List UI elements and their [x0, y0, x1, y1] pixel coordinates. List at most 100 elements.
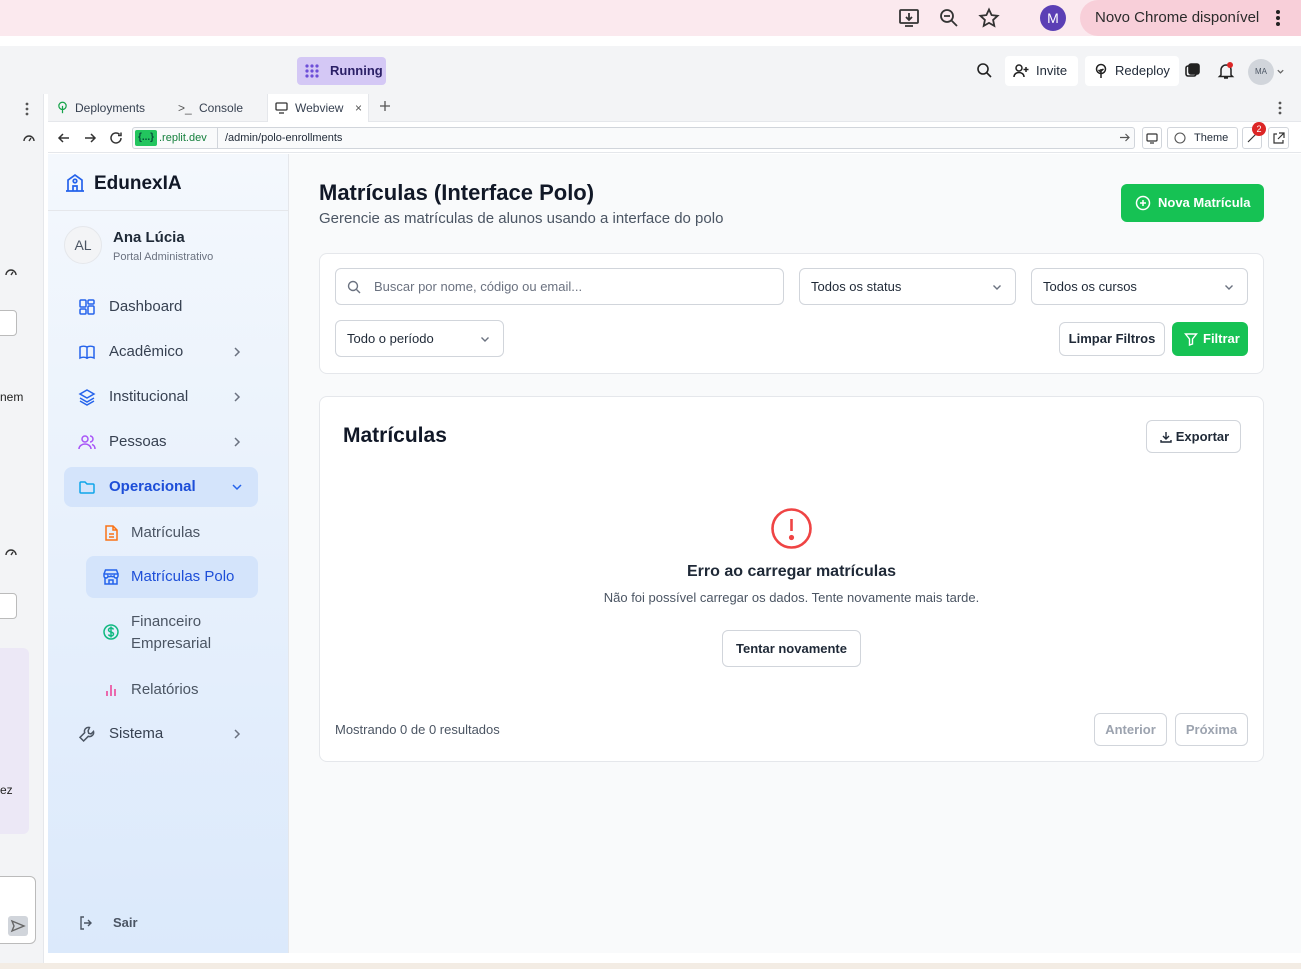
sidebar-subitem-relatorios[interactable]: Relatórios [86, 669, 258, 711]
open-external-button[interactable] [1268, 127, 1289, 149]
error-message: Não foi possível carregar os dados. Tent… [603, 590, 980, 605]
clear-filters-button[interactable]: Limpar Filtros [1059, 322, 1165, 356]
sidebar-item-institucional[interactable]: Institucional [64, 377, 258, 417]
period-select[interactable]: Todo o período [335, 320, 504, 357]
theme-label: Theme [1194, 132, 1229, 144]
store-icon [102, 568, 120, 586]
user-avatar[interactable]: MA [1248, 59, 1274, 85]
input-fragment[interactable] [0, 593, 17, 619]
url-path: /admin/polo-enrollments [225, 132, 343, 144]
browser-toolbar: M Novo Chrome disponível [0, 0, 1301, 36]
school-icon [64, 171, 86, 193]
search-icon [347, 280, 361, 294]
palette-icon [1174, 132, 1186, 144]
chevron-right-icon [230, 390, 244, 404]
add-user-icon [1013, 63, 1029, 79]
alert-circle-icon [770, 507, 813, 550]
sidebar-item-dashboard[interactable]: Dashboard [64, 287, 258, 327]
status-select[interactable]: Todos os status [799, 268, 1016, 305]
chrome-update-button[interactable]: Novo Chrome disponível [1080, 0, 1301, 36]
notifications-icon[interactable] [1217, 62, 1235, 80]
send-icon[interactable] [8, 916, 28, 936]
zoom-icon[interactable] [938, 7, 960, 29]
sidebar-subitem-financeiro-empresarial[interactable]: Financeiro Empresarial [86, 601, 258, 657]
tab-deployments[interactable]: Deployments [48, 94, 168, 122]
panel-menu-icon[interactable] [25, 102, 29, 116]
install-icon[interactable] [898, 7, 920, 29]
sidebar-subitem-label: Matrículas Polo [131, 568, 235, 585]
grid-icon [305, 64, 319, 78]
chevron-down-icon [230, 480, 244, 494]
divider [48, 210, 288, 211]
sidebar-item-label: Institucional [109, 388, 189, 405]
sidebar-item-label: Pessoas [109, 433, 167, 450]
status-select-value: Todos os status [811, 279, 902, 294]
new-enrollment-label: Nova Matrícula [1158, 195, 1251, 210]
bar-chart-icon [102, 681, 120, 699]
taskbar-strip [0, 963, 1301, 969]
search-input[interactable]: Buscar por nome, código ou email... [335, 268, 784, 305]
folder-icon [78, 478, 96, 496]
theme-button[interactable]: Theme [1167, 127, 1238, 149]
url-input[interactable]: {...} .replit.dev /admin/polo-enrollment… [132, 127, 1135, 149]
add-tab-icon[interactable] [379, 100, 391, 112]
new-enrollment-button[interactable]: Nova Matrícula [1121, 184, 1264, 222]
go-arrow-icon[interactable] [1119, 132, 1130, 143]
menu-dots-icon[interactable] [1275, 9, 1281, 27]
user-avatar[interactable]: AL [64, 226, 102, 264]
tab-label: Webview [295, 101, 344, 115]
previous-page-button[interactable]: Anterior [1094, 713, 1167, 746]
chevron-right-icon [230, 435, 244, 449]
devices-button[interactable] [1142, 127, 1162, 149]
text-fragment: nem [0, 390, 24, 404]
run-status-label: Running [330, 63, 383, 78]
chevron-down-icon [479, 333, 491, 345]
logout-button[interactable]: Sair [78, 911, 198, 935]
chat-input-fragment[interactable] [0, 876, 36, 944]
retry-button[interactable]: Tentar novamente [722, 630, 861, 667]
sidebar-item-operacional[interactable]: Operacional [64, 467, 258, 507]
logout-icon [78, 915, 94, 931]
chevron-down-icon[interactable] [1276, 67, 1285, 76]
input-fragment[interactable] [0, 310, 17, 336]
gauge-icon [22, 131, 36, 145]
tab-webview[interactable]: Webview × [267, 94, 369, 122]
run-status-button[interactable]: Running [297, 57, 386, 85]
logout-label: Sair [113, 915, 138, 930]
sidebar-subitem-matriculas-polo[interactable]: Matrículas Polo [86, 556, 258, 598]
terminal-icon: >_ [178, 101, 192, 115]
filter-label: Filtrar [1203, 331, 1240, 346]
devtools-button[interactable]: 2 [1242, 122, 1266, 149]
close-icon[interactable]: × [355, 94, 362, 122]
extension-icon[interactable] [1185, 63, 1200, 78]
forward-icon[interactable] [83, 131, 97, 145]
filter-button[interactable]: Filtrar [1172, 322, 1248, 356]
export-label: Exportar [1175, 429, 1230, 444]
sidebar-item-label: Acadêmico [109, 343, 184, 360]
panel-fragment [0, 648, 29, 834]
chevron-down-icon [991, 281, 1003, 293]
sidebar-subitem-matriculas[interactable]: Matrículas [86, 511, 258, 555]
star-icon[interactable] [978, 7, 1000, 29]
export-button[interactable]: Exportar [1146, 420, 1241, 453]
sidebar-item-academico[interactable]: Acadêmico [64, 332, 258, 372]
gauge-icon [4, 545, 18, 559]
invite-button[interactable]: Invite [1005, 56, 1078, 86]
chevron-right-icon [230, 727, 244, 741]
sidebar-item-pessoas[interactable]: Pessoas [64, 422, 258, 462]
page-title: Matrículas (Interface Polo) [319, 180, 595, 205]
sidebar-item-label: Sistema [109, 725, 164, 742]
reload-icon[interactable] [109, 131, 123, 145]
tabs-menu-icon[interactable] [1278, 101, 1282, 115]
profile-avatar[interactable]: M [1040, 5, 1066, 31]
back-icon[interactable] [57, 131, 71, 145]
search-icon[interactable] [976, 62, 992, 78]
tab-console[interactable]: >_ Console [170, 94, 266, 122]
brand-name: EdunexIA [94, 173, 182, 194]
sidebar-item-sistema[interactable]: Sistema [64, 714, 258, 754]
course-select[interactable]: Todos os cursos [1031, 268, 1248, 305]
redeploy-button[interactable]: Redeploy [1085, 56, 1179, 86]
filter-icon [1184, 332, 1198, 346]
next-page-button[interactable]: Próxima [1175, 713, 1248, 746]
chevron-right-icon [230, 345, 244, 359]
